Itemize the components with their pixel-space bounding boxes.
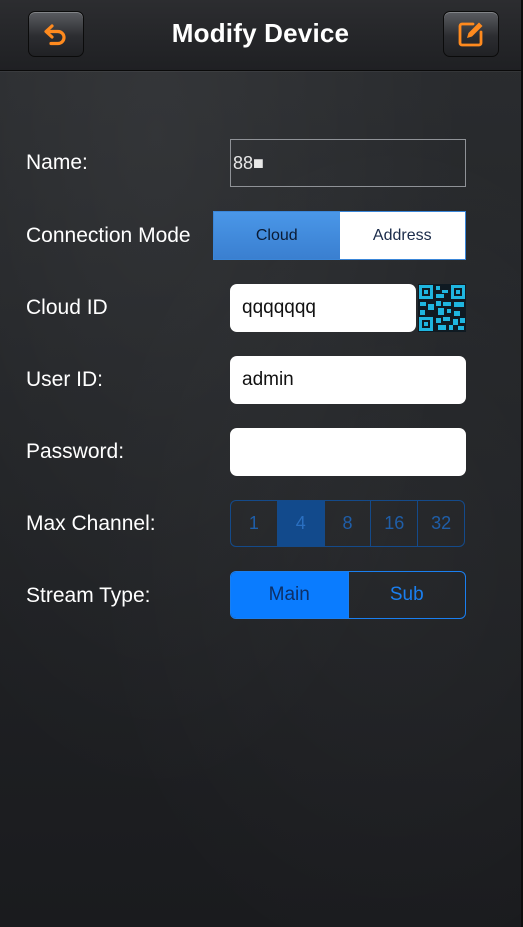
user-id-field[interactable]: admin [230,356,466,404]
max-channel-segmented: 1 4 8 16 32 [230,500,465,547]
channel-option-4[interactable]: 4 [277,501,325,546]
edit-button[interactable] [443,11,499,57]
cloud-id-label: Cloud ID [26,296,108,319]
stream-main-option[interactable]: Main [231,572,348,618]
stream-sub-option[interactable]: Sub [347,572,466,618]
name-label: Name: [26,151,88,174]
modify-device-screen: Modify Device Name: 88■ Connection Mode … [0,0,523,927]
max-channel-label: Max Channel: [26,512,156,535]
name-field[interactable]: 88■ [230,139,466,187]
qr-code-icon[interactable] [418,284,466,332]
edit-pencil-icon [458,22,483,47]
connection-mode-label: Connection Mode [26,224,191,247]
channel-option-32[interactable]: 32 [418,501,464,546]
channel-option-16[interactable]: 16 [371,501,419,546]
mode-cloud-option[interactable]: Cloud [214,212,340,259]
password-field[interactable] [230,428,466,476]
mode-address-option[interactable]: Address [339,212,465,259]
nav-bar: Modify Device [0,0,521,71]
connection-mode-segmented: Cloud Address [213,211,466,260]
stream-type-label: Stream Type: [26,584,151,607]
channel-option-1[interactable]: 1 [231,501,278,546]
stream-type-segmented: Main Sub [230,571,466,619]
user-id-label: User ID: [26,368,104,391]
channel-option-8[interactable]: 8 [325,501,372,546]
password-label: Password: [26,440,125,463]
cloud-id-field[interactable]: qqqqqqq [230,284,416,332]
